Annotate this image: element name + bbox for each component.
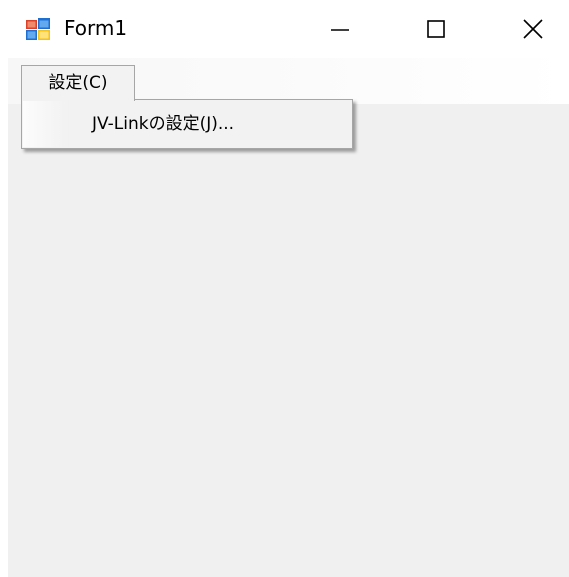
close-icon	[523, 19, 543, 39]
app-icon[interactable]	[26, 18, 50, 40]
form1-window: Form1 設定(C) JV-Linkの設定(J)...	[0, 0, 569, 577]
close-button[interactable]	[506, 0, 560, 58]
menu-item-jvlink-settings[interactable]: JV-Linkの設定(J)...	[70, 106, 349, 142]
menu-image-margin	[23, 101, 69, 147]
settings-dropdown-menu: JV-Linkの設定(J)...	[21, 99, 353, 149]
menu-strip: 設定(C)	[8, 58, 569, 104]
window-title: Form1	[64, 16, 128, 40]
minimize-button[interactable]	[313, 0, 367, 58]
minimize-icon	[331, 29, 349, 31]
menu-settings[interactable]: 設定(C)	[21, 65, 135, 101]
maximize-button[interactable]	[409, 0, 463, 58]
title-bar[interactable]: Form1	[0, 0, 569, 58]
maximize-icon	[427, 20, 445, 38]
